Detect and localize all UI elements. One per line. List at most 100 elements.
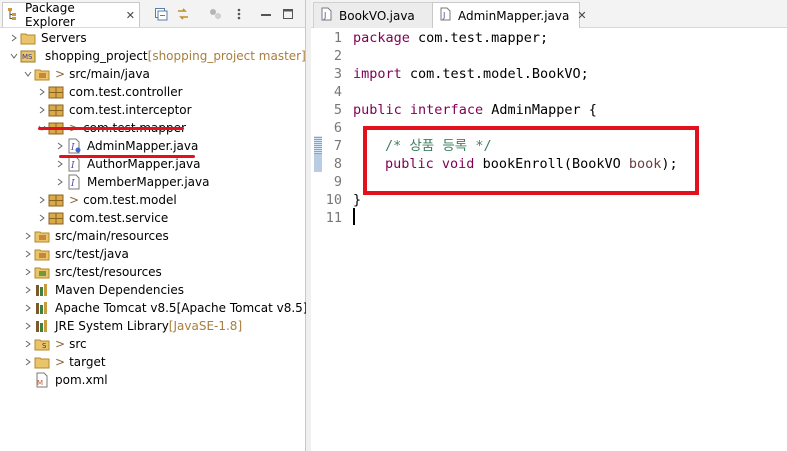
chevron-right-icon[interactable] xyxy=(22,245,34,263)
folder-icon xyxy=(34,354,50,370)
chevron-right-icon[interactable] xyxy=(22,317,34,335)
line-number: 8 xyxy=(333,156,342,172)
minimize-icon[interactable] xyxy=(257,5,275,23)
server-folder-icon xyxy=(20,30,36,46)
tree-item-label: MemberMapper.java xyxy=(87,175,210,189)
package-explorer-view: Package Explorer ✕ Servers M S shopping_… xyxy=(0,0,307,451)
package-icon xyxy=(48,102,64,118)
code-line-3: import com.test.model.BookVO; xyxy=(353,66,589,82)
library-icon xyxy=(34,300,50,316)
line-number-ruler: 1 2 3 4 5 6 7 8 9 10 11 xyxy=(311,28,347,451)
editor-tab-bar: J BookVO.java J AdminMapper.java ✕ xyxy=(311,0,787,28)
svg-text:J: J xyxy=(442,11,445,20)
source-folder-icon xyxy=(34,246,50,262)
java-interface-icon: I xyxy=(66,138,82,154)
tree-item-label: com.test.service xyxy=(69,211,169,225)
explorer-tab-bar: Package Explorer ✕ xyxy=(0,0,305,29)
chevron-right-icon[interactable] xyxy=(54,137,66,155)
tree-item-label: com.test.model xyxy=(83,193,177,207)
tree-item-servers[interactable]: Servers xyxy=(0,29,313,47)
tree-item-shopping-project[interactable]: MS shopping_project [shopping_project ma… xyxy=(0,47,313,65)
view-menu-icon[interactable] xyxy=(230,5,248,23)
svg-text:M: M xyxy=(37,379,43,387)
tree-item-label: target xyxy=(69,355,106,369)
tree-item-label: src/test/java xyxy=(55,247,129,261)
tree-item-com-test-service[interactable]: com.test.service xyxy=(0,209,341,227)
maximize-icon[interactable] xyxy=(279,5,297,23)
line-number: 3 xyxy=(333,66,342,82)
tree-item-label: JRE System Library xyxy=(55,319,169,333)
chevron-right-icon[interactable] xyxy=(22,263,34,281)
tree-item-label: AdminMapper.java xyxy=(87,139,199,153)
source-folder-icon xyxy=(34,228,50,244)
line-number: 6 xyxy=(333,120,342,136)
java-file-icon: J xyxy=(320,7,334,24)
tree-item-com-test-model[interactable]: > com.test.model xyxy=(0,191,341,209)
red-underline-annotation xyxy=(38,127,184,130)
tree-item-jre-system-library[interactable]: JRE System Library [JavaSE-1.8] xyxy=(0,317,327,335)
close-icon[interactable]: ✕ xyxy=(577,9,586,22)
folder-icon: S xyxy=(34,336,50,352)
code-area[interactable]: 1 2 3 4 5 6 7 8 9 10 11 package com.test… xyxy=(311,28,787,451)
chevron-right-icon[interactable] xyxy=(36,191,48,209)
tree-item-com-test-interceptor[interactable]: com.test.interceptor xyxy=(0,101,341,119)
tab-bookvo-java[interactable]: J BookVO.java xyxy=(313,2,433,28)
chevron-right-icon[interactable] xyxy=(8,29,20,47)
chevron-right-icon[interactable] xyxy=(22,353,34,371)
tab-admin-mapper-java[interactable]: J AdminMapper.java ✕ xyxy=(432,2,587,28)
code-line-1: package com.test.mapper; xyxy=(353,30,549,46)
tree-item-apache-tomcat[interactable]: Apache Tomcat v8.5 [Apache Tomcat v8.5] xyxy=(0,299,327,317)
tree-item-src-main-java[interactable]: > src/main/java xyxy=(0,65,327,83)
line-number: 7 xyxy=(333,138,342,154)
text-cursor xyxy=(353,208,355,225)
chevron-right-icon[interactable] xyxy=(22,227,34,245)
tree-item-label: src/main/resources xyxy=(55,229,169,243)
tab-label: BookVO.java xyxy=(339,8,415,23)
tree-item-src-main-resources[interactable]: src/main/resources xyxy=(0,227,327,245)
package-icon xyxy=(48,210,64,226)
chevron-right-icon[interactable] xyxy=(22,299,34,317)
red-underline-annotation xyxy=(59,155,195,158)
tree-item-com-test-controller[interactable]: com.test.controller xyxy=(0,83,341,101)
java-interface-icon: I xyxy=(66,174,82,190)
svg-text:I: I xyxy=(70,143,75,153)
package-explorer-tab[interactable]: Package Explorer ✕ xyxy=(2,1,140,29)
close-icon[interactable]: ✕ xyxy=(126,9,135,22)
chevron-right-icon[interactable] xyxy=(22,335,34,353)
tree-item-src-test-resources[interactable]: src/test/resources xyxy=(0,263,327,281)
tree-item-src-test-java[interactable]: src/test/java xyxy=(0,245,327,263)
tree-item-label: Apache Tomcat v8.5 xyxy=(55,301,177,315)
chevron-down-icon[interactable] xyxy=(8,47,20,65)
svg-text:S: S xyxy=(28,53,33,61)
java-editor: J BookVO.java J AdminMapper.java ✕ 1 2 3… xyxy=(311,0,787,451)
tree-item-label: pom.xml xyxy=(55,373,108,387)
line-number: 11 xyxy=(325,210,342,226)
tree-item-label: com.test.controller xyxy=(69,85,183,99)
link-with-editor-icon[interactable] xyxy=(174,5,192,23)
tree-item-target[interactable]: > target xyxy=(0,353,327,371)
chevron-right-icon[interactable] xyxy=(54,173,66,191)
chevron-right-icon[interactable] xyxy=(22,281,34,299)
tree-item-label: src xyxy=(69,337,87,351)
tree-item-label: Maven Dependencies xyxy=(55,283,185,297)
chevron-right-icon[interactable] xyxy=(36,209,48,227)
java-file-icon: J xyxy=(439,7,453,24)
collapse-all-icon[interactable] xyxy=(152,5,170,23)
tree-item-pom-xml[interactable]: M pom.xml xyxy=(0,371,339,389)
code-line-5: public interface AdminMapper { xyxy=(353,102,597,118)
svg-text:I: I xyxy=(70,179,75,189)
chevron-right-icon[interactable] xyxy=(36,101,48,119)
tree-item-label: Servers xyxy=(41,31,87,45)
red-box-annotation xyxy=(363,126,699,195)
code-line-10: } xyxy=(353,192,362,208)
chevron-down-icon[interactable] xyxy=(22,65,34,83)
tree-item-maven-dependencies[interactable]: Maven Dependencies xyxy=(0,281,327,299)
chevron-right-icon[interactable] xyxy=(36,83,48,101)
maven-project-icon: MS xyxy=(20,48,36,64)
svg-text:I: I xyxy=(70,161,75,171)
tree-item-src[interactable]: S > src xyxy=(0,335,327,353)
focus-icon[interactable] xyxy=(206,5,224,23)
git-branch-label: [shopping_project master] xyxy=(147,49,306,63)
package-explorer-tab-label: Package Explorer xyxy=(25,1,75,29)
svg-text:J: J xyxy=(323,11,326,20)
